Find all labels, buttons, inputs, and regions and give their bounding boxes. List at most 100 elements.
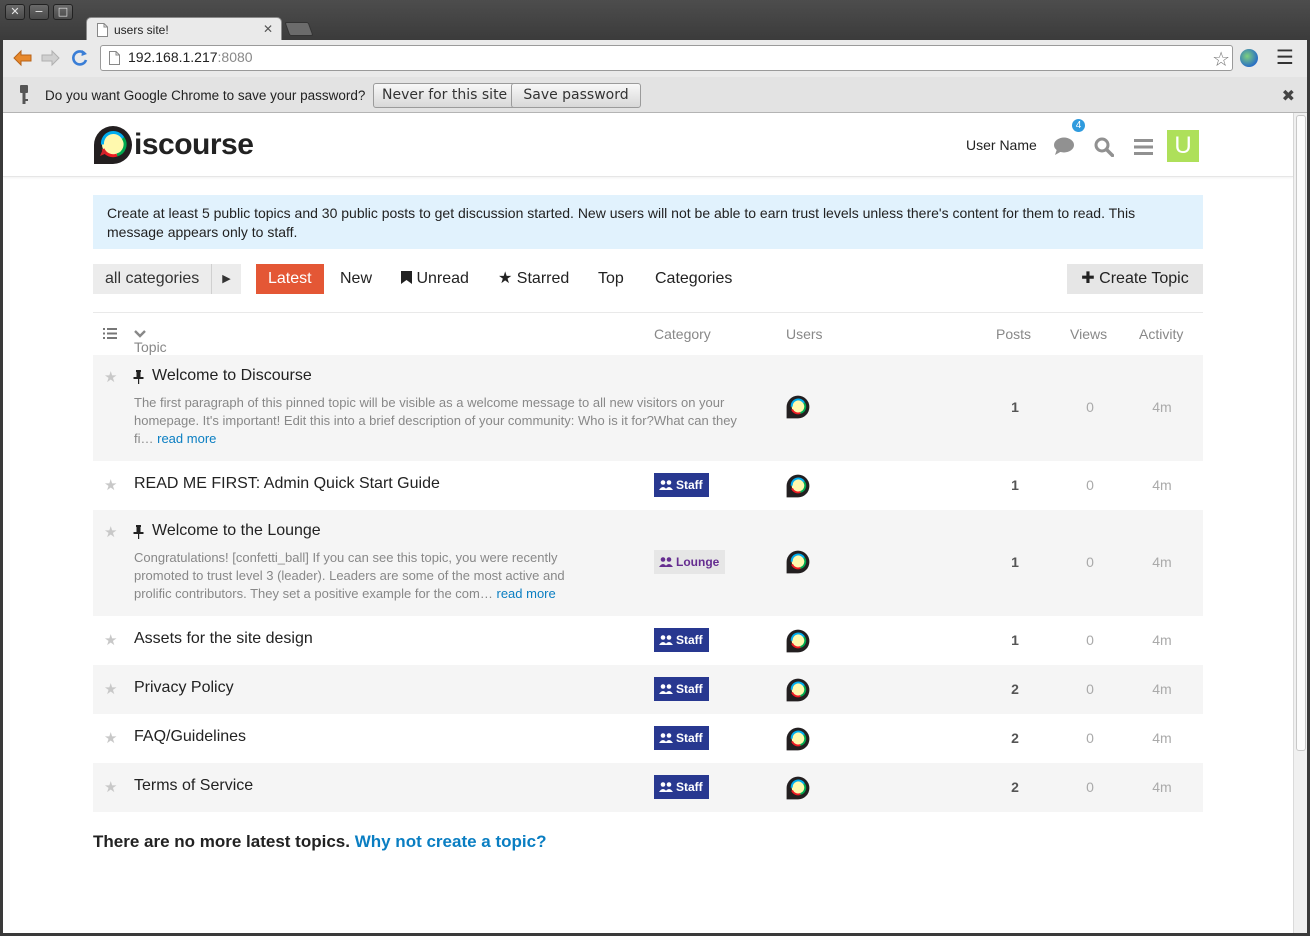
- poster-avatar[interactable]: [786, 629, 810, 653]
- topic-row[interactable]: ★ Terms of Service Staff 2 0 4m: [93, 763, 1203, 812]
- column-views[interactable]: Views: [1070, 326, 1107, 342]
- excerpt-line: prolific contributors. They set a positi…: [134, 586, 497, 601]
- notifications-icon[interactable]: [1053, 137, 1075, 155]
- column-category[interactable]: Category: [654, 326, 711, 342]
- read-more-link[interactable]: read more: [157, 431, 216, 446]
- activity-time[interactable]: 4m: [1142, 554, 1182, 570]
- browser-tab[interactable]: users site! ✕: [86, 17, 282, 41]
- activity-time[interactable]: 4m: [1142, 681, 1182, 697]
- discourse-logo[interactable]: iscourse: [93, 125, 254, 165]
- column-activity[interactable]: Activity: [1139, 326, 1183, 342]
- read-more-link[interactable]: read more: [496, 586, 555, 601]
- create-topic-button[interactable]: ✚ Create Topic: [1067, 264, 1203, 294]
- topic-row[interactable]: ★ Welcome to Discourse The first paragra…: [93, 355, 1203, 461]
- posts-count[interactable]: 1: [995, 477, 1035, 493]
- poster-avatar[interactable]: [786, 776, 810, 800]
- topic-title-link[interactable]: Welcome to Discourse: [152, 367, 312, 385]
- views-count: 0: [1086, 632, 1094, 648]
- window-maximize-button[interactable]: □: [53, 4, 73, 20]
- nav-starred[interactable]: ★ Starred: [498, 264, 569, 294]
- back-arrow-icon[interactable]: [11, 48, 33, 68]
- never-for-this-site-button[interactable]: Never for this site: [373, 83, 517, 108]
- column-topic[interactable]: Topic: [134, 326, 167, 355]
- nav-new[interactable]: New: [340, 264, 372, 294]
- address-bar[interactable]: 192.168.1.217:8080 ☆: [100, 45, 1233, 71]
- scrollbar-thumb[interactable]: [1296, 115, 1306, 751]
- user-avatar[interactable]: U: [1167, 130, 1199, 162]
- star-toggle-icon[interactable]: ★: [104, 729, 117, 747]
- nav-categories[interactable]: Categories: [655, 264, 732, 294]
- star-toggle-icon[interactable]: ★: [104, 778, 117, 796]
- activity-time[interactable]: 4m: [1142, 632, 1182, 648]
- nav-latest[interactable]: Latest: [256, 264, 324, 294]
- star-icon: ★: [498, 270, 513, 287]
- poster-avatar[interactable]: [786, 550, 810, 574]
- activity-time[interactable]: 4m: [1142, 730, 1182, 746]
- topic-row[interactable]: ★ FAQ/Guidelines Staff 2 0 4m: [93, 714, 1203, 763]
- window-close-button[interactable]: ✕: [5, 4, 25, 20]
- notification-count-badge[interactable]: 4: [1070, 117, 1087, 134]
- category-badge[interactable]: Staff: [654, 726, 709, 750]
- globe-extension-icon[interactable]: [1240, 49, 1258, 67]
- views-count: 0: [1086, 554, 1094, 570]
- topic-row[interactable]: ★ Privacy Policy Staff 2 0 4m: [93, 665, 1203, 714]
- category-badge[interactable]: Staff: [654, 677, 709, 701]
- topic-title-link[interactable]: Assets for the site design: [134, 630, 313, 648]
- star-toggle-icon[interactable]: ★: [104, 523, 117, 541]
- search-icon[interactable]: [1094, 137, 1114, 157]
- save-password-button[interactable]: Save password: [511, 83, 641, 108]
- topic-title-link[interactable]: Terms of Service: [134, 777, 253, 795]
- forward-arrow-icon[interactable]: [40, 48, 62, 68]
- reload-icon[interactable]: [70, 48, 90, 68]
- topic-title-link[interactable]: Privacy Policy: [134, 679, 234, 697]
- topic-row[interactable]: ★ READ ME FIRST: Admin Quick Start Guide…: [93, 461, 1203, 510]
- category-badge[interactable]: Staff: [654, 628, 709, 652]
- bookmark-icon: [401, 271, 412, 284]
- posts-count[interactable]: 1: [995, 399, 1035, 415]
- poster-avatar[interactable]: [786, 395, 810, 419]
- tab-close-icon[interactable]: ✕: [263, 22, 273, 36]
- caret-right-icon[interactable]: ▶: [212, 264, 241, 294]
- page-scrollbar[interactable]: [1293, 113, 1307, 933]
- infobar-question: Do you want Google Chrome to save your p…: [45, 88, 366, 103]
- star-toggle-icon[interactable]: ★: [104, 631, 117, 649]
- key-icon: [20, 85, 28, 104]
- category-badge[interactable]: Staff: [654, 775, 709, 799]
- users-group-icon: [659, 782, 673, 792]
- posts-count[interactable]: 1: [995, 632, 1035, 648]
- posts-count[interactable]: 1: [995, 554, 1035, 570]
- poster-avatar[interactable]: [786, 727, 810, 751]
- activity-time[interactable]: 4m: [1142, 779, 1182, 795]
- star-toggle-icon[interactable]: ★: [104, 476, 117, 494]
- topic-title-link[interactable]: Welcome to the Lounge: [152, 522, 321, 540]
- category-badge[interactable]: Lounge: [654, 550, 726, 574]
- topic-title-link[interactable]: FAQ/Guidelines: [134, 728, 246, 746]
- nav-unread[interactable]: Unread: [401, 264, 469, 294]
- poster-avatar[interactable]: [786, 678, 810, 702]
- activity-time[interactable]: 4m: [1142, 399, 1182, 415]
- topic-row[interactable]: ★ Assets for the site design Staff 1 0 4…: [93, 616, 1203, 665]
- activity-time[interactable]: 4m: [1142, 477, 1182, 493]
- hamburger-menu-icon[interactable]: [1134, 139, 1153, 155]
- topic-row[interactable]: ★ Welcome to the Lounge Congratulations!…: [93, 510, 1203, 616]
- page-icon: [109, 51, 120, 65]
- chrome-menu-icon[interactable]: ☰: [1276, 48, 1294, 68]
- nav-top[interactable]: Top: [598, 264, 624, 294]
- category-badge[interactable]: Staff: [654, 473, 709, 497]
- posts-count[interactable]: 2: [995, 779, 1035, 795]
- star-toggle-icon[interactable]: ★: [104, 368, 117, 386]
- topic-title-link[interactable]: READ ME FIRST: Admin Quick Start Guide: [134, 475, 440, 493]
- user-name-link[interactable]: User Name: [966, 137, 1037, 153]
- bookmark-star-icon[interactable]: ☆: [1212, 47, 1230, 72]
- category-dropdown[interactable]: all categories ▶: [93, 264, 241, 294]
- posts-count[interactable]: 2: [995, 681, 1035, 697]
- infobar-close-icon[interactable]: ✖: [1282, 86, 1295, 106]
- posts-count[interactable]: 2: [995, 730, 1035, 746]
- column-posts[interactable]: Posts: [996, 326, 1031, 342]
- new-tab-button[interactable]: [284, 22, 314, 36]
- window-minimize-button[interactable]: −: [29, 4, 49, 20]
- bulk-select-list-icon[interactable]: [103, 328, 117, 339]
- poster-avatar[interactable]: [786, 474, 810, 498]
- create-topic-link[interactable]: Why not create a topic?: [355, 832, 547, 851]
- star-toggle-icon[interactable]: ★: [104, 680, 117, 698]
